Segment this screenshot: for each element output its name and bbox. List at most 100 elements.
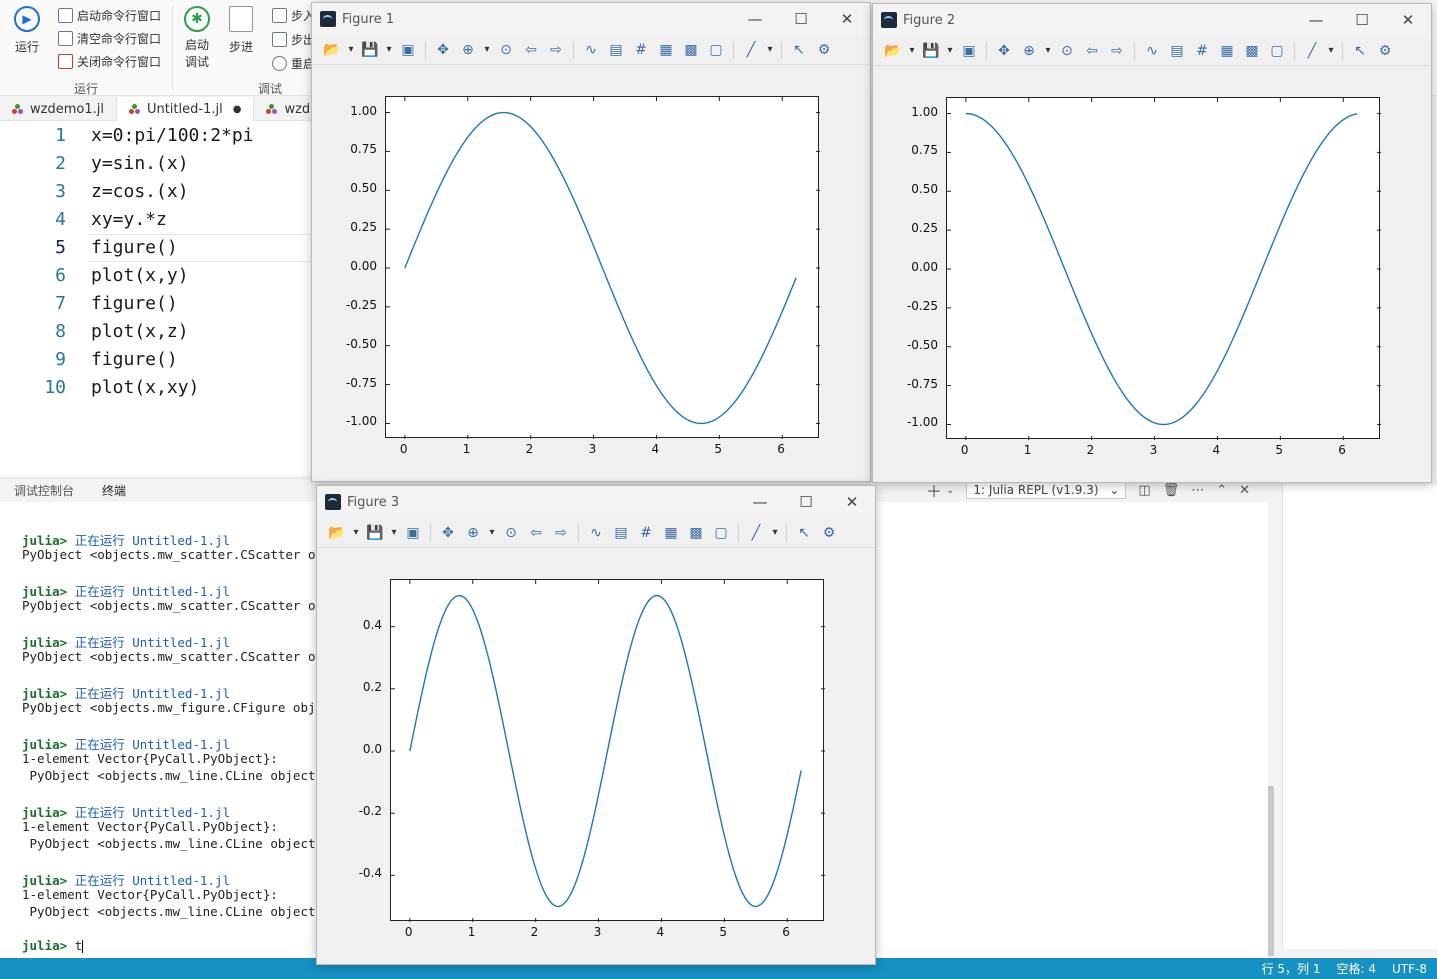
chevron-down-icon[interactable]: ▾ bbox=[1044, 41, 1052, 61]
forward-icon[interactable]: ⇨ bbox=[546, 40, 566, 60]
save-icon[interactable]: 💾 bbox=[921, 41, 941, 61]
cursor-position[interactable]: 行 5，列 1 bbox=[1262, 960, 1321, 977]
line-style-icon[interactable]: ╱ bbox=[741, 40, 761, 60]
figure-titlebar[interactable]: Figure 3 — ☐ ✕ bbox=[317, 486, 875, 518]
chevron-down-icon[interactable]: ⌄ bbox=[946, 485, 954, 496]
run-button[interactable]: ▶ 运行 bbox=[14, 6, 40, 55]
code-line[interactable]: 3 z=cos.(x) bbox=[0, 177, 312, 205]
tab-untitled-1[interactable]: Untitled-1.jl ● bbox=[116, 97, 255, 121]
trash-icon[interactable]: 🗑 bbox=[1163, 483, 1180, 498]
figure-window-3[interactable]: Figure 3 — ☐ ✕ 📂 ▾ 💾 ▾ ▣ ✥ ⊕ ▾ ⊙ ⇦ ⇨ ∿ ▤ # ▦ ▩ ▢ ╱ ▾ ↖ ⚙ 01234… bbox=[316, 485, 876, 965]
code-editor[interactable]: 1 x=0:pi/100:2*pi 2 y=sin.(x) 3 z=cos.(x) 4 xy=… bbox=[0, 121, 312, 476]
close-icon[interactable]: ✕ bbox=[1239, 483, 1250, 498]
save-icon[interactable]: 💾 bbox=[360, 40, 380, 60]
file-link[interactable]: Untitled-1.jl bbox=[132, 533, 230, 548]
legend-icon[interactable]: ▤ bbox=[611, 523, 631, 543]
settings-icon[interactable]: ⚙ bbox=[814, 40, 834, 60]
frame-icon[interactable]: ▢ bbox=[711, 523, 731, 543]
file-link[interactable]: Untitled-1.jl bbox=[132, 805, 230, 820]
terminal-selector[interactable]: 1: Julia REPL (v1.9.3) ⌄ bbox=[966, 481, 1127, 499]
code-line[interactable]: 7 figure() bbox=[0, 289, 312, 317]
figure-titlebar[interactable]: Figure 1 — ☐ ✕ bbox=[312, 3, 870, 35]
start-debug-button[interactable]: ✱ 启动 调试 bbox=[184, 6, 210, 70]
chevron-down-icon[interactable]: ▾ bbox=[483, 40, 491, 60]
frame-icon[interactable]: ▢ bbox=[1267, 41, 1287, 61]
tab-debug-console[interactable]: 调试控制台 bbox=[0, 479, 88, 503]
zoom-in-icon[interactable]: ⊕ bbox=[458, 40, 478, 60]
grid-icon[interactable]: # bbox=[1192, 41, 1212, 61]
zoom-fit-icon[interactable]: ⊙ bbox=[496, 40, 516, 60]
step-out-button[interactable]: 步出 bbox=[272, 28, 315, 50]
colormap-icon[interactable]: ▩ bbox=[681, 40, 701, 60]
layers-icon[interactable]: ▦ bbox=[656, 40, 676, 60]
figure-titlebar[interactable]: Figure 2 — ☐ ✕ bbox=[873, 4, 1431, 36]
pointer-icon[interactable]: ↖ bbox=[789, 40, 809, 60]
terminal-input-line[interactable]: julia> t bbox=[22, 938, 84, 953]
start-cmd-button[interactable]: 启动命令行窗口 bbox=[58, 4, 161, 26]
line-style-icon[interactable]: ╱ bbox=[746, 523, 766, 543]
chevron-down-icon[interactable]: ▾ bbox=[488, 523, 496, 543]
chevron-down-icon[interactable]: ▾ bbox=[390, 523, 398, 543]
colormap-icon[interactable]: ▩ bbox=[1242, 41, 1262, 61]
pan-icon[interactable]: ✥ bbox=[438, 523, 458, 543]
grid-icon[interactable]: # bbox=[631, 40, 651, 60]
file-link[interactable]: Untitled-1.jl bbox=[132, 873, 230, 888]
export-icon[interactable]: ▣ bbox=[959, 41, 979, 61]
zoom-in-icon[interactable]: ⊕ bbox=[463, 523, 483, 543]
file-link[interactable]: Untitled-1.jl bbox=[132, 635, 230, 650]
back-icon[interactable]: ⇦ bbox=[521, 40, 541, 60]
figure-window-1[interactable]: Figure 1 — ☐ ✕ 📂 ▾ 💾 ▾ ▣ ✥ ⊕ ▾ ⊙ ⇦ ⇨ ∿ ▤ # ▦ ▩ ▢ ╱ ▾ ↖ ⚙ 01234… bbox=[311, 2, 871, 482]
minimize-icon[interactable]: — bbox=[1293, 4, 1339, 36]
legend-icon[interactable]: ▤ bbox=[1167, 41, 1187, 61]
chevron-down-icon[interactable]: ▾ bbox=[908, 41, 916, 61]
export-icon[interactable]: ▣ bbox=[403, 523, 423, 543]
code-line[interactable]: 2 y=sin.(x) bbox=[0, 149, 312, 177]
chevron-down-icon[interactable]: ▾ bbox=[766, 40, 774, 60]
grid-icon[interactable]: # bbox=[636, 523, 656, 543]
close-icon[interactable]: ✕ bbox=[1385, 4, 1431, 36]
pointer-icon[interactable]: ↖ bbox=[1350, 41, 1370, 61]
code-line[interactable]: 6 plot(x,y) bbox=[0, 261, 312, 289]
pointer-icon[interactable]: ↖ bbox=[794, 523, 814, 543]
maximize-icon[interactable]: ☐ bbox=[783, 486, 829, 518]
plot-area[interactable] bbox=[385, 96, 820, 439]
code-line[interactable]: 1 x=0:pi/100:2*pi bbox=[0, 121, 312, 149]
minimize-icon[interactable]: — bbox=[737, 486, 783, 518]
folder-icon[interactable]: 📂 bbox=[322, 40, 342, 60]
file-link[interactable]: Untitled-1.jl bbox=[132, 686, 230, 701]
settings-icon[interactable]: ⚙ bbox=[819, 523, 839, 543]
code-line[interactable]: 5 figure() bbox=[0, 233, 312, 261]
encoding[interactable]: UTF-8 bbox=[1392, 962, 1427, 976]
clear-cmd-button[interactable]: 清空命令行窗口 bbox=[58, 27, 161, 49]
frame-icon[interactable]: ▢ bbox=[706, 40, 726, 60]
settings-icon[interactable]: ⚙ bbox=[1375, 41, 1395, 61]
save-icon[interactable]: 💾 bbox=[365, 523, 385, 543]
pan-icon[interactable]: ✥ bbox=[433, 40, 453, 60]
pan-icon[interactable]: ✥ bbox=[994, 41, 1014, 61]
minimize-icon[interactable]: — bbox=[732, 3, 778, 35]
code-line[interactable]: 9 figure() bbox=[0, 345, 312, 373]
close-icon[interactable]: ✕ bbox=[829, 486, 875, 518]
code-line[interactable]: 4 xy=y.*z bbox=[0, 205, 312, 233]
step-button[interactable]: 步进 bbox=[229, 6, 253, 55]
folder-icon[interactable]: 📂 bbox=[327, 523, 347, 543]
more-icon[interactable]: ⋯ bbox=[1191, 483, 1204, 498]
file-link[interactable]: Untitled-1.jl bbox=[132, 737, 230, 752]
forward-icon[interactable]: ⇨ bbox=[1107, 41, 1127, 61]
split-icon[interactable]: ◫ bbox=[1138, 483, 1150, 498]
zoom-fit-icon[interactable]: ⊙ bbox=[1057, 41, 1077, 61]
plot-area[interactable] bbox=[946, 97, 1381, 440]
tab-wzdemo1[interactable]: wzdemo1.jl bbox=[0, 97, 117, 121]
chevron-down-icon[interactable]: ▾ bbox=[946, 41, 954, 61]
chevron-down-icon[interactable]: ▾ bbox=[385, 40, 393, 60]
code-line[interactable]: 8 plot(x,z) bbox=[0, 317, 312, 345]
close-icon[interactable]: ✕ bbox=[824, 3, 870, 35]
maximize-icon[interactable]: ☐ bbox=[1339, 4, 1385, 36]
close-cmd-button[interactable]: 关闭命令行窗口 bbox=[58, 50, 161, 72]
chevron-down-icon[interactable]: ▾ bbox=[347, 40, 355, 60]
line-style-icon[interactable]: ╱ bbox=[1302, 41, 1322, 61]
figure-window-2[interactable]: Figure 2 — ☐ ✕ 📂 ▾ 💾 ▾ ▣ ✥ ⊕ ▾ ⊙ ⇦ ⇨ ∿ ▤ # ▦ ▩ ▢ ╱ ▾ ↖ ⚙ 01234… bbox=[872, 3, 1432, 483]
back-icon[interactable]: ⇦ bbox=[526, 523, 546, 543]
legend-icon[interactable]: ▤ bbox=[606, 40, 626, 60]
folder-icon[interactable]: 📂 bbox=[883, 41, 903, 61]
